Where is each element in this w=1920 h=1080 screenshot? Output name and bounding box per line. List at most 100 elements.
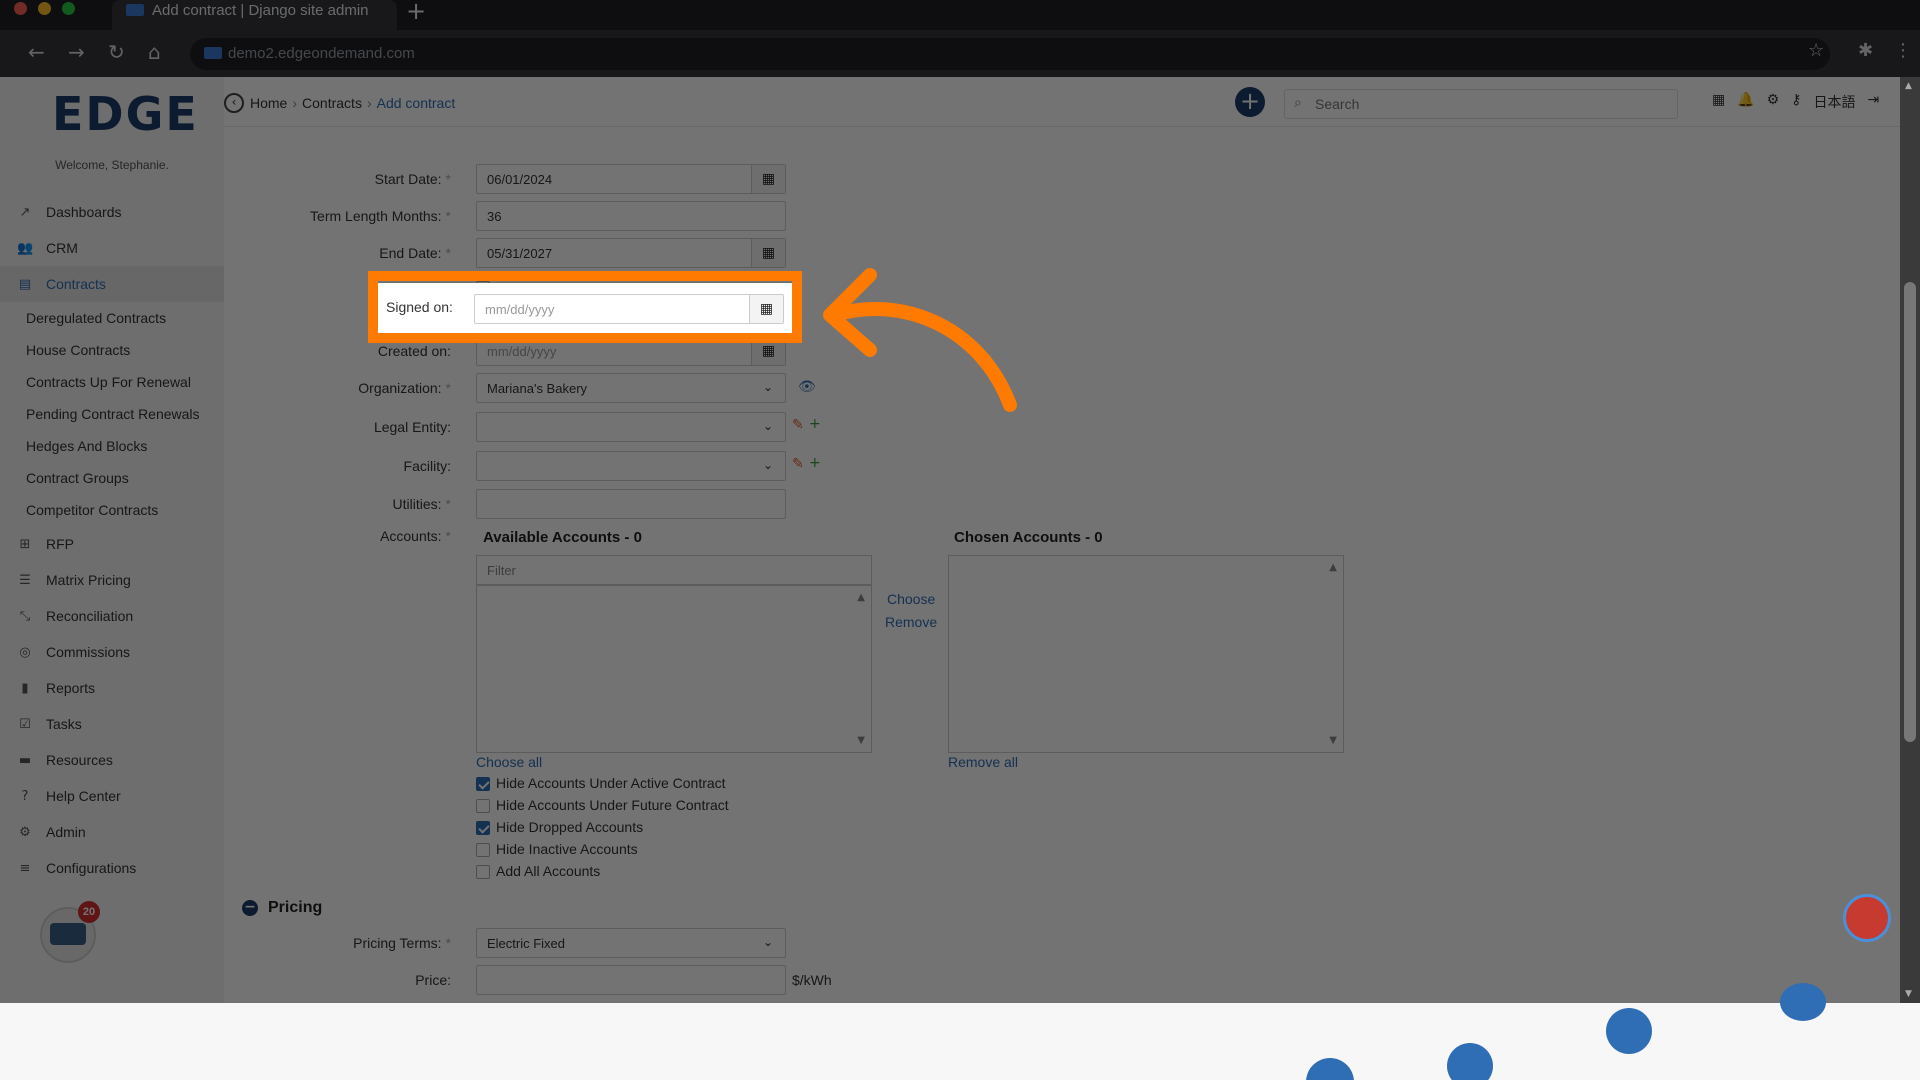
scroll-up-icon[interactable]: ▲ bbox=[1905, 81, 1912, 91]
sidebar-item-resources[interactable]: ▬ Resources bbox=[0, 742, 224, 778]
end-date-label: End Date: * bbox=[379, 245, 451, 261]
coins-icon: ◎ bbox=[19, 645, 31, 660]
sidebar-item-help-center[interactable]: ? Help Center bbox=[0, 778, 224, 814]
new-tab-button[interactable]: + bbox=[406, 0, 426, 25]
sidebar-subitem-contracts-up-for-renewal[interactable]: Contracts Up For Renewal bbox=[0, 366, 224, 398]
page-scrollbar[interactable]: ▲ ▼ bbox=[1900, 77, 1920, 1003]
arrow-curve bbox=[828, 302, 1017, 412]
maximize-window-button[interactable] bbox=[62, 2, 75, 15]
sidebar-item-contracts[interactable]: ▤ Contracts bbox=[0, 266, 224, 302]
choose-all-button[interactable]: Choose all bbox=[476, 754, 542, 770]
language-switch[interactable]: 日本語 bbox=[1814, 92, 1856, 112]
hide-dropped-accounts-checkbox[interactable] bbox=[476, 821, 490, 835]
minimize-window-button[interactable] bbox=[38, 2, 51, 15]
term-length-input[interactable]: 36 bbox=[476, 201, 786, 231]
close-window-button[interactable] bbox=[14, 2, 27, 15]
pricing-section-header[interactable]: − Pricing bbox=[242, 899, 322, 917]
sidebar-subitem-competitor-contracts[interactable]: Competitor Contracts bbox=[0, 494, 224, 526]
legal-entity-label: Legal Entity: bbox=[373, 419, 451, 435]
eye-icon[interactable]: 👁 bbox=[798, 379, 816, 395]
key-icon[interactable]: ⚷ bbox=[1791, 92, 1801, 112]
start-date-input[interactable]: 06/01/2024 ▦ bbox=[476, 164, 786, 194]
end-date-input[interactable]: 05/31/2027 ▦ bbox=[476, 238, 786, 268]
sidebar-item-commissions[interactable]: ◎ Commissions bbox=[0, 634, 224, 670]
breadcrumb-current: Add contract bbox=[376, 95, 456, 111]
address-bar[interactable]: demo2.edgeondemand.com bbox=[190, 38, 1830, 70]
utilities-label: Utilities: * bbox=[392, 496, 451, 512]
sidebar-item-reports[interactable]: ▮ Reports bbox=[0, 670, 224, 706]
chosen-accounts-list[interactable]: ▲ ▼ bbox=[948, 555, 1344, 753]
breadcrumb-home[interactable]: Home bbox=[250, 95, 287, 111]
remove-button[interactable]: Remove bbox=[885, 614, 937, 630]
choose-button[interactable]: Choose bbox=[887, 591, 935, 607]
sidebar-item-label: Configurations bbox=[46, 860, 137, 876]
calendar-icon[interactable]: ▦ bbox=[1712, 92, 1725, 112]
extensions-puzzle-icon[interactable]: ✱ bbox=[1858, 40, 1873, 61]
utilities-input[interactable] bbox=[476, 489, 786, 519]
sidebar-item-reconciliation[interactable]: ⤡ Reconciliation bbox=[0, 598, 224, 634]
breadcrumb-contracts[interactable]: Contracts bbox=[302, 95, 362, 111]
search-input[interactable]: ⌕ Search bbox=[1284, 89, 1678, 119]
sidebar-item-rfp[interactable]: ⊞ RFP bbox=[0, 526, 224, 562]
hide-future-contract-checkbox[interactable] bbox=[476, 799, 490, 813]
sidebar-subitem-deregulated-contracts[interactable]: Deregulated Contracts bbox=[0, 302, 224, 334]
back-circle-icon[interactable]: ‹ bbox=[224, 93, 244, 113]
site-favicon-icon bbox=[126, 4, 144, 16]
checkbox-label: Hide Inactive Accounts bbox=[496, 841, 638, 857]
scroll-down-icon[interactable]: ▼ bbox=[1905, 989, 1912, 999]
browser-menu-icon[interactable]: ⋮ bbox=[1894, 40, 1912, 61]
logout-icon[interactable]: ⇥ bbox=[1868, 92, 1880, 112]
scroll-up-icon[interactable]: ▲ bbox=[857, 592, 865, 603]
add-icon[interactable]: + bbox=[809, 455, 821, 471]
legal-entity-select[interactable]: ⌄ bbox=[476, 412, 786, 442]
facility-select[interactable]: ⌄ bbox=[476, 451, 786, 481]
scroll-up-icon[interactable]: ▲ bbox=[1329, 562, 1337, 573]
available-accounts-list[interactable]: ▲ ▼ bbox=[476, 585, 872, 753]
sidebar-subitem-contract-groups[interactable]: Contract Groups bbox=[0, 462, 224, 494]
sidebar-subitem-hedges-and-blocks[interactable]: Hedges And Blocks bbox=[0, 430, 224, 462]
sidebar-item-matrix-pricing[interactable]: ☰ Matrix Pricing bbox=[0, 562, 224, 598]
sidebar-item-dashboards[interactable]: ↗ Dashboards bbox=[0, 194, 224, 230]
collapse-minus-icon[interactable]: − bbox=[242, 900, 258, 916]
hide-active-contract-checkbox[interactable] bbox=[476, 777, 490, 791]
pencil-icon[interactable]: ✎ bbox=[792, 456, 804, 472]
sidebar-item-label: Resources bbox=[46, 752, 113, 768]
sidebar-item-tasks[interactable]: ☑ Tasks bbox=[0, 706, 224, 742]
calendar-check-icon: ☑ bbox=[19, 717, 31, 732]
sidebar-item-crm[interactable]: 👥 CRM bbox=[0, 230, 224, 266]
hide-inactive-accounts-checkbox[interactable] bbox=[476, 843, 490, 857]
site-info-icon[interactable] bbox=[204, 47, 222, 59]
scrollbar-thumb[interactable] bbox=[1904, 282, 1916, 742]
accounts-filter-input[interactable]: Filter bbox=[476, 555, 872, 585]
scroll-down-icon[interactable]: ▼ bbox=[1329, 735, 1337, 746]
back-arrow-icon[interactable]: ← bbox=[28, 40, 45, 64]
bookmark-star-icon[interactable]: ☆ bbox=[1808, 40, 1824, 61]
price-input[interactable] bbox=[476, 965, 786, 995]
pricing-terms-select[interactable]: Electric Fixed ⌄ bbox=[476, 928, 786, 958]
scroll-down-icon[interactable]: ▼ bbox=[857, 735, 865, 746]
forward-arrow-icon[interactable]: → bbox=[68, 40, 85, 64]
add-all-accounts-checkbox[interactable] bbox=[476, 865, 490, 879]
bell-icon[interactable]: 🔔 bbox=[1737, 92, 1754, 112]
quick-add-button[interactable]: + bbox=[1235, 87, 1265, 117]
sidebar-item-admin[interactable]: ⚙ Admin bbox=[0, 814, 224, 850]
calendar-icon[interactable]: ▦ bbox=[751, 165, 785, 193]
sidebar-subitem-pending-contract-renewals[interactable]: Pending Contract Renewals bbox=[0, 398, 224, 430]
reload-icon[interactable]: ↻ bbox=[108, 40, 125, 64]
add-icon[interactable]: + bbox=[809, 416, 821, 432]
pencil-icon[interactable]: ✎ bbox=[792, 417, 804, 433]
home-icon[interactable]: ⌂ bbox=[148, 40, 161, 64]
chat-avatar-icon[interactable] bbox=[1843, 894, 1891, 942]
sidebar-subitem-house-contracts[interactable]: House Contracts bbox=[0, 334, 224, 366]
sidebar-item-configurations[interactable]: ≡ Configurations bbox=[0, 850, 224, 886]
browser-tab[interactable]: Add contract | Django site admin bbox=[112, 0, 397, 30]
onboarding-widget[interactable]: 20 bbox=[40, 901, 100, 963]
organization-select[interactable]: Mariana's Bakery ⌄ bbox=[476, 373, 786, 403]
edge-logo[interactable]: EDGE bbox=[52, 87, 199, 141]
gear-icon[interactable]: ⚙ bbox=[1767, 92, 1780, 112]
remove-all-button[interactable]: Remove all bbox=[948, 754, 1018, 770]
filter-placeholder: Filter bbox=[487, 563, 516, 578]
created-on-placeholder: mm/dd/yyyy bbox=[487, 344, 557, 359]
calendar-icon[interactable]: ▦ bbox=[751, 239, 785, 267]
sidebar-item-label: Contracts bbox=[46, 276, 106, 292]
